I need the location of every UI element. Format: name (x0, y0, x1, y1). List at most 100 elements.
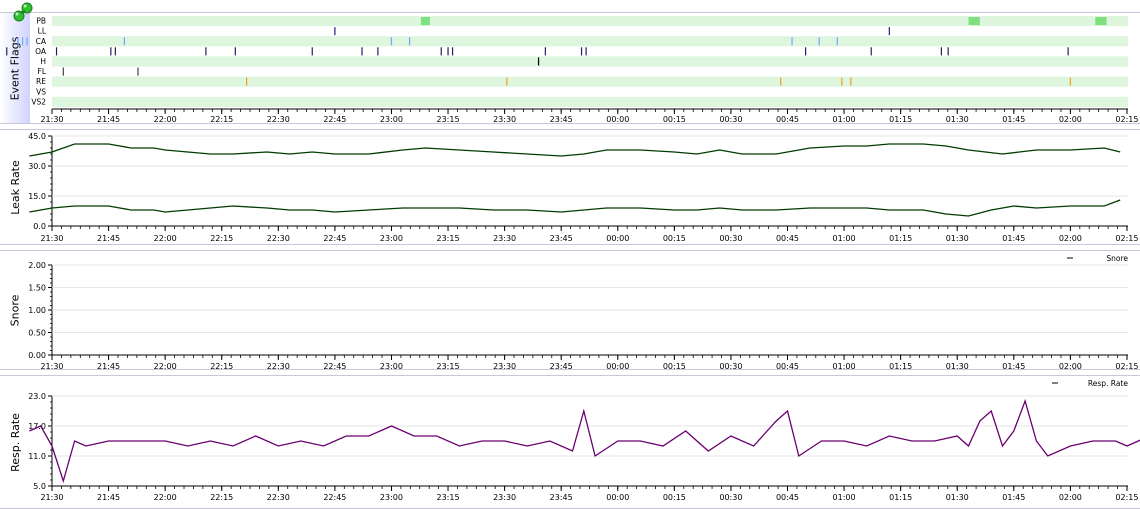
event-flags-chart[interactable]: PBLLCAOAHFLREVSVS221:30 21:45 22:00 22:15 22… (0, 13, 1140, 125)
x-tick-label: 00:45 (776, 362, 799, 371)
x-tick-label: 23:00 (380, 493, 403, 502)
flag-row-band (52, 36, 1128, 47)
x-tick-label: 00:45 (776, 493, 799, 502)
x-tick-label: 23:45 (550, 362, 573, 371)
x-tick-label: 23:15 (437, 234, 460, 243)
x-tick-label: 02:15 (1115, 493, 1138, 502)
x-tick-label: 21:45 (97, 115, 120, 124)
y-tick-label: 5.0 (33, 482, 46, 491)
x-tick-label: 23:45 (550, 115, 573, 124)
x-tick-label: 22:00 (154, 234, 177, 243)
snore-chart[interactable]: 0.00 0.50 1.00 1.50 2.00 Snore 21:30 21:45 22:00… (0, 251, 1140, 371)
leak-rate-panel: Leak Rate 0.0 15.0 30.0 45.0 21:30 21:45 22:00… (0, 129, 1140, 245)
x-tick-label: 23:30 (493, 493, 516, 502)
x-tick-label: 21:30 (40, 493, 63, 502)
x-tick-label: 00:30 (719, 234, 742, 243)
x-tick-label: 00:00 (606, 362, 629, 371)
x-tick-label: 23:00 (380, 115, 403, 124)
y-tick-label: 45.0 (28, 132, 46, 141)
x-tick-label: 01:00 (833, 115, 856, 124)
snore-panel: Snore 0.00 0.50 1.00 1.50 2.00 Snore 21:30 21:4… (0, 250, 1140, 371)
x-tick-label: 22:45 (323, 493, 346, 502)
legend-label: Resp. Rate (1088, 379, 1129, 388)
flag-row-band (52, 56, 1128, 67)
x-tick-label: 01:15 (889, 362, 912, 371)
x-tick-label: 01:15 (889, 234, 912, 243)
flag-row-label: OA (35, 47, 47, 56)
x-tick-label: 22:15 (210, 115, 233, 124)
x-tick-label: 01:45 (1002, 234, 1025, 243)
y-tick-label: 0.0 (33, 222, 46, 231)
y-tick-label: 30.0 (28, 162, 46, 171)
x-tick-label: 21:45 (97, 234, 120, 243)
resp-rate-chart[interactable]: 5.011.017.023.0Resp. Rate21:30 21:45 22:00… (0, 376, 1140, 510)
x-tick-label: 23:00 (380, 234, 403, 243)
x-tick-label: 01:45 (1002, 493, 1025, 502)
oscar-daily-view: Event Flags PB LL CA OA H FL RE VS VS2 21:30 21:45… (0, 0, 1140, 509)
flag-row-label: LL (38, 27, 47, 36)
x-tick-label: 00:15 (663, 493, 686, 502)
pin-icon[interactable] (10, 0, 38, 24)
x-tick-label: 02:00 (1059, 234, 1082, 243)
y-tick-label: 1.00 (28, 306, 46, 315)
x-tick-label: 22:30 (267, 493, 290, 502)
flag-row-label: H (40, 57, 46, 66)
x-tick-label: 02:15 (1115, 115, 1138, 124)
series-line (29, 398, 1140, 484)
leak-rate-chart[interactable]: 0.0 15.0 30.0 45.0 21:30 21:45 22:00 22:15 22:30… (0, 130, 1140, 246)
flag-event-span (1095, 17, 1107, 26)
x-tick-label: 23:30 (493, 362, 516, 371)
x-tick-label: 22:30 (267, 115, 290, 124)
x-tick-label: 01:45 (1002, 115, 1025, 124)
x-tick-label: 22:45 (323, 362, 346, 371)
x-tick-label: 22:00 (154, 362, 177, 371)
flag-row-label: CA (36, 37, 47, 46)
flag-row-label: RE (36, 77, 46, 86)
y-tick-label: 11.0 (28, 452, 46, 461)
x-tick-label: 01:00 (833, 234, 856, 243)
x-tick-label: 01:15 (889, 493, 912, 502)
x-tick-label: 21:30 (40, 115, 63, 124)
x-tick-label: 02:00 (1059, 115, 1082, 124)
x-tick-label: 23:45 (550, 493, 573, 502)
resp-rate-panel: Resp. Rate 5.0 11.0 17.0 23.0 Resp. Rate 21:3… (0, 375, 1140, 509)
x-tick-label: 21:30 (40, 362, 63, 371)
x-tick-label: 22:15 (210, 234, 233, 243)
x-tick-label: 00:15 (663, 362, 686, 371)
x-tick-label: 23:30 (493, 234, 516, 243)
x-tick-label: 22:15 (210, 362, 233, 371)
flag-row-label: VS (36, 87, 46, 96)
flag-row-band (52, 76, 1128, 87)
y-tick-label: 2.00 (28, 261, 46, 270)
x-tick-label: 00:30 (719, 362, 742, 371)
x-tick-label: 01:15 (889, 115, 912, 124)
x-tick-label: 21:30 (40, 234, 63, 243)
event-flags-panel: Event Flags PB LL CA OA H FL RE VS VS2 21:30 21:45… (0, 12, 1140, 124)
x-tick-label: 00:00 (606, 493, 629, 502)
flag-row-band (52, 16, 1128, 27)
x-tick-label: 01:30 (946, 115, 969, 124)
series-line (29, 143, 1121, 157)
x-tick-label: 02:15 (1115, 234, 1138, 243)
y-tick-label: 23.0 (28, 392, 46, 401)
flag-event-span (420, 17, 430, 26)
x-tick-label: 23:45 (550, 234, 573, 243)
series-line (29, 199, 1121, 217)
x-tick-label: 00:30 (719, 115, 742, 124)
x-tick-label: 21:45 (97, 493, 120, 502)
y-tick-label: 15.0 (28, 192, 46, 201)
x-tick-label: 00:00 (606, 234, 629, 243)
x-tick-label: 02:00 (1059, 493, 1082, 502)
x-tick-label: 23:00 (380, 362, 403, 371)
x-tick-label: 22:45 (323, 234, 346, 243)
y-tick-label: 1.50 (28, 284, 46, 293)
x-tick-label: 23:15 (437, 115, 460, 124)
flag-event-span (968, 17, 980, 26)
x-tick-label: 21:45 (97, 362, 120, 371)
x-tick-label: 01:30 (946, 362, 969, 371)
x-tick-label: 02:15 (1115, 362, 1138, 371)
x-tick-label: 01:30 (946, 493, 969, 502)
x-tick-label: 00:30 (719, 493, 742, 502)
x-tick-label: 22:00 (154, 115, 177, 124)
x-tick-label: 01:45 (1002, 362, 1025, 371)
